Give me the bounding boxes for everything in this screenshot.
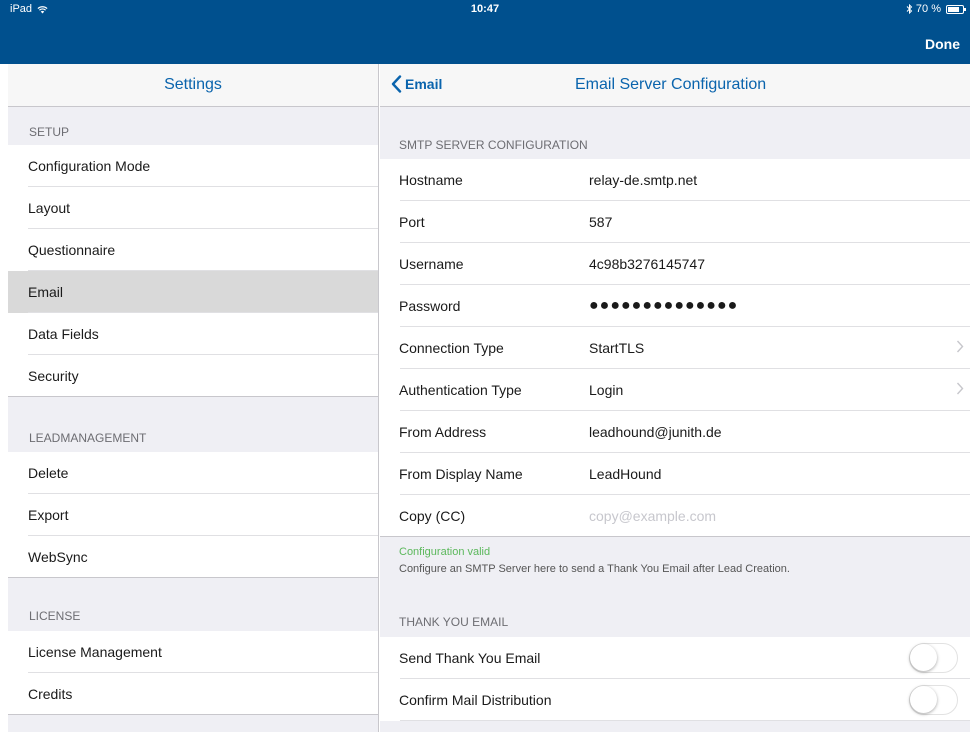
password-row[interactable]: Password ●●●●●●●●●●●●●● <box>380 285 970 327</box>
hostname-label: Hostname <box>399 172 463 188</box>
sidebar-item-security[interactable]: Security <box>8 355 378 397</box>
username-field[interactable]: 4c98b3276145747 <box>589 256 970 272</box>
username-row[interactable]: Username 4c98b3276145747 <box>380 243 970 285</box>
settings-sidebar: Settings SETUP Configuration Mode Layout… <box>8 64 379 732</box>
from-display-name-label: From Display Name <box>399 466 523 482</box>
hostname-row[interactable]: Hostname relay-de.smtp.net <box>380 159 970 201</box>
copy-cc-field[interactable]: copy@example.com <box>589 508 970 524</box>
navigation-bar: iPad 10:47 70 % Done <box>0 0 970 64</box>
password-label: Password <box>399 298 461 314</box>
chevron-left-icon <box>391 75 402 93</box>
sidebar-item-license-management[interactable]: License Management <box>8 631 378 673</box>
smtp-footer: Configuration valid Configure an SMTP Se… <box>380 537 970 575</box>
clock: 10:47 <box>470 3 500 15</box>
from-display-name-row[interactable]: From Display Name LeadHound <box>380 453 970 495</box>
port-label: Port <box>399 214 425 230</box>
hostname-field[interactable]: relay-de.smtp.net <box>589 172 970 188</box>
sidebar-item-layout[interactable]: Layout <box>8 187 378 229</box>
detail-header: Email Email Server Configuration <box>380 64 970 107</box>
section-header-thank-you: THANK YOU EMAIL <box>399 615 509 629</box>
copy-cc-label: Copy (CC) <box>399 508 466 524</box>
from-address-label: From Address <box>399 424 487 440</box>
sidebar-item-data-fields[interactable]: Data Fields <box>8 313 378 355</box>
done-button[interactable]: Done <box>925 36 960 52</box>
settings-header: Settings <box>8 64 378 107</box>
back-button[interactable]: Email <box>391 75 442 93</box>
sidebar-item-credits[interactable]: Credits <box>8 673 378 715</box>
authentication-type-value: Login <box>589 382 624 398</box>
authentication-type-row[interactable]: Authentication Type Login <box>380 369 970 411</box>
copy-cc-row[interactable]: Copy (CC) copy@example.com <box>380 495 970 537</box>
sidebar-item-email[interactable]: Email <box>8 271 378 313</box>
hint-message: Configure an SMTP Server here to send a … <box>399 563 790 575</box>
status-bar: iPad 10:47 70 % <box>0 0 970 20</box>
port-field[interactable]: 587 <box>589 214 970 230</box>
confirm-mail-distribution-label: Confirm Mail Distribution <box>399 692 552 708</box>
sidebar-item-websync[interactable]: WebSync <box>8 536 378 578</box>
sidebar-item-delete[interactable]: Delete <box>8 452 378 494</box>
connection-type-row[interactable]: Connection Type StartTLS <box>380 327 970 369</box>
status-message: Configuration valid <box>399 546 491 558</box>
page-title: Email Server Configuration <box>575 76 767 93</box>
settings-title: Settings <box>164 76 222 93</box>
connection-type-value: StartTLS <box>589 340 645 356</box>
sidebar-item-questionnaire[interactable]: Questionnaire <box>8 229 378 271</box>
section-header-leadmanagement: LEADMANAGEMENT <box>29 431 147 445</box>
battery-icon <box>946 4 966 14</box>
bluetooth-icon <box>906 4 913 14</box>
sidebar-item-export[interactable]: Export <box>8 494 378 536</box>
port-row[interactable]: Port 587 <box>380 201 970 243</box>
section-header-smtp: SMTP SERVER CONFIGURATION <box>399 138 588 152</box>
sidebar-item-configuration-mode[interactable]: Configuration Mode <box>8 145 378 187</box>
confirm-mail-distribution-row: Confirm Mail Distribution <box>380 679 970 721</box>
from-address-field[interactable]: leadhound@junith.de <box>589 424 970 440</box>
detail-panel: Email Email Server Configuration SMTP SE… <box>380 64 970 732</box>
confirm-mail-distribution-toggle[interactable] <box>909 685 958 715</box>
section-header-setup: SETUP <box>29 125 70 139</box>
from-display-name-field[interactable]: LeadHound <box>589 466 970 482</box>
authentication-type-label: Authentication Type <box>399 382 522 398</box>
username-label: Username <box>399 256 464 272</box>
chevron-right-icon <box>956 340 964 353</box>
from-address-row[interactable]: From Address leadhound@junith.de <box>380 411 970 453</box>
section-header-license: LICENSE <box>29 609 81 623</box>
send-thank-you-toggle[interactable] <box>909 643 958 673</box>
back-label: Email <box>405 76 443 92</box>
battery-percent: 70 % <box>915 3 941 15</box>
chevron-right-icon <box>956 382 964 395</box>
send-thank-you-label: Send Thank You Email <box>399 650 541 666</box>
password-field[interactable]: ●●●●●●●●●●●●●● <box>589 297 970 315</box>
connection-type-label: Connection Type <box>399 340 504 356</box>
send-thank-you-row: Send Thank You Email <box>380 637 970 679</box>
